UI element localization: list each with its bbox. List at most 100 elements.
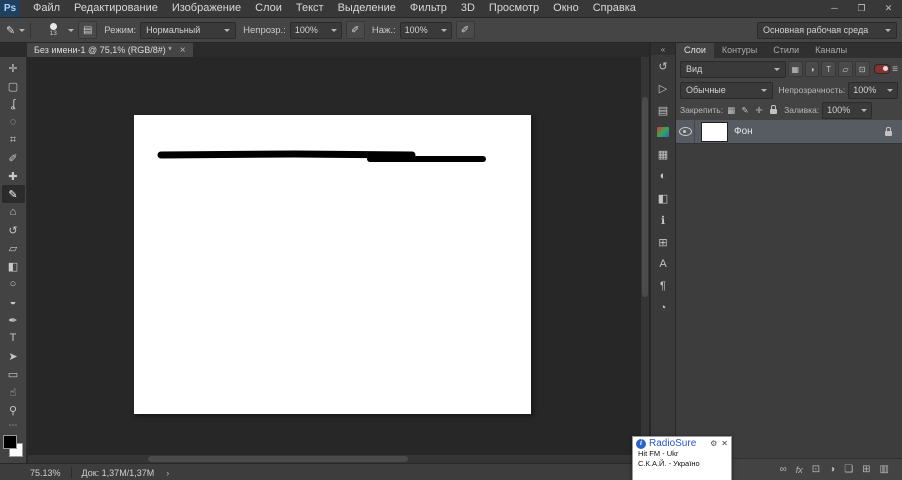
glyphs-panel-button[interactable]: ⊞ (652, 231, 674, 253)
new-adjustment-layer-icon[interactable]: ◑ (829, 464, 835, 475)
panel-menu-icon[interactable]: ≡ (892, 64, 898, 75)
add-layer-mask-icon[interactable]: ⊡ (812, 464, 820, 475)
close-icon[interactable]: ✕ (875, 0, 902, 17)
tab-layers[interactable]: Слои (676, 43, 714, 58)
filter-smart-objects-button[interactable]: ⊡ (854, 61, 870, 77)
new-group-icon[interactable]: ❏ (844, 464, 853, 475)
adjustments-panel-button[interactable]: ◐ (652, 165, 674, 187)
menu-layers[interactable]: Слои (248, 0, 289, 17)
menu-filter[interactable]: Фильтр (403, 0, 454, 17)
tool-preset-picker[interactable]: ✎ (6, 24, 26, 37)
lock-position-button[interactable]: ✛ (753, 104, 765, 117)
canvas[interactable] (134, 115, 531, 414)
new-layer-icon[interactable]: ⊞ (862, 464, 870, 475)
flow-field[interactable]: 100% (399, 21, 452, 39)
delete-layer-icon[interactable]: ▥ (880, 464, 889, 475)
zoom-level-field[interactable]: 75.13% (30, 468, 61, 478)
tab-paths[interactable]: Контуры (714, 43, 765, 58)
restore-icon[interactable]: ❐ (848, 0, 875, 17)
workspace-dropdown[interactable]: Основная рабочая среда (757, 21, 897, 39)
link-layers-icon[interactable]: ∞ (780, 464, 787, 475)
history-brush-tool[interactable]: ↺ (2, 221, 25, 239)
rectangular-marquee-tool[interactable]: ▢ (2, 77, 25, 95)
brush-panel-toggle-button[interactable]: ▤ (78, 21, 98, 39)
menu-type[interactable]: Текст (289, 0, 331, 17)
character-panel-button[interactable]: А (652, 253, 674, 275)
libraries-panel-button[interactable]: ▤ (652, 99, 674, 121)
menu-help[interactable]: Справка (586, 0, 643, 17)
rectangle-tool[interactable]: ▭ (2, 365, 25, 383)
history-panel-button[interactable]: ↺ (652, 55, 674, 77)
layer-blend-mode-dropdown[interactable]: Обычные (680, 81, 774, 99)
blur-tool[interactable]: ○ (2, 275, 25, 293)
menu-file[interactable]: Файл (26, 0, 67, 17)
tab-channels[interactable]: Каналы (807, 43, 855, 58)
menu-window[interactable]: Окно (546, 0, 586, 17)
device-preview-panel-button[interactable]: ▷ (652, 77, 674, 99)
menu-select[interactable]: Выделение (331, 0, 403, 17)
horizontal-scrollbar[interactable] (28, 455, 641, 463)
layer-visibility-toggle[interactable] (676, 120, 695, 143)
lock-transparency-button[interactable]: ▦ (725, 104, 737, 117)
crop-tool[interactable]: ⌗ (2, 131, 25, 149)
close-icon[interactable]: ✕ (721, 439, 728, 448)
dodge-tool[interactable]: ◒ (2, 293, 25, 311)
tab-styles[interactable]: Стили (765, 43, 807, 58)
radiosure-popup[interactable]: i RadioSure ⚙ ✕ Hit FM - Ukr С.К.А.Й. - … (632, 436, 732, 480)
layer-row[interactable]: Фон (676, 120, 902, 144)
lock-pixels-button[interactable]: ✎ (739, 104, 751, 117)
pressure-opacity-button[interactable]: ✐ (345, 21, 365, 39)
brush-preset-picker[interactable]: 13 (42, 23, 75, 37)
minimize-icon[interactable]: ─ (821, 0, 848, 17)
lasso-tool[interactable]: ʆ (2, 95, 25, 113)
vertical-scrollbar[interactable] (641, 57, 649, 455)
brush-tool[interactable]: ✎ (1, 185, 25, 203)
gradient-tool[interactable]: ◧ (2, 257, 25, 275)
expand-dock-button[interactable]: « (651, 43, 675, 55)
histogram-panel-button[interactable]: ◔ (652, 297, 674, 319)
layer-opacity-field[interactable]: 100% (848, 81, 898, 99)
type-tool[interactable]: T (2, 329, 25, 347)
menu-image[interactable]: Изображение (165, 0, 248, 17)
eraser-tool[interactable]: ▱ (2, 239, 25, 257)
move-tool[interactable]: ✛ (2, 59, 25, 77)
swatches-panel-button[interactable]: ▦ (652, 143, 674, 165)
foreground-color-swatch[interactable] (3, 435, 17, 449)
document-tab[interactable]: Без имени-1 @ 75,1% (RGB/8#) * × (27, 43, 193, 57)
eyedropper-tool[interactable]: ✐ (2, 149, 25, 167)
opacity-field[interactable]: 100% (289, 21, 342, 39)
layer-filter-kind-dropdown[interactable]: Вид (680, 60, 786, 78)
wrench-icon[interactable]: ⚙ (710, 439, 717, 448)
layer-thumbnail[interactable] (701, 121, 728, 142)
path-selection-tool[interactable]: ➤ (2, 347, 25, 365)
spot-healing-brush-tool[interactable]: ✚ (2, 167, 25, 185)
hand-tool[interactable]: ☝ (2, 383, 25, 401)
paragraph-panel-button[interactable]: ¶ (652, 275, 674, 297)
airbrush-button[interactable]: ✐ (455, 21, 475, 39)
blend-mode-dropdown[interactable]: Нормальный (140, 21, 237, 39)
clone-stamp-tool[interactable]: ⌂ (2, 203, 25, 221)
scrollbar-thumb[interactable] (642, 97, 648, 297)
zoom-tool[interactable]: ⚲ (2, 401, 25, 419)
scrollbar-thumb[interactable] (148, 456, 408, 462)
pen-tool[interactable]: ✒ (2, 311, 25, 329)
info-panel-button[interactable]: ℹ (652, 209, 674, 231)
status-menu-arrow-icon[interactable]: › (166, 468, 169, 478)
edit-toolbar-button[interactable]: ⋯ (2, 419, 25, 431)
color-panel-button[interactable] (652, 121, 674, 143)
layer-filter-toggle[interactable] (873, 64, 891, 74)
filter-pixel-layers-button[interactable]: ▦ (787, 61, 803, 77)
menu-edit[interactable]: Редактирование (67, 0, 165, 17)
canvas-area[interactable] (28, 57, 641, 455)
quick-selection-tool[interactable]: ◌ (2, 113, 25, 131)
fill-field[interactable]: 100% (822, 101, 873, 119)
layer-effects-icon[interactable]: fx (796, 465, 803, 475)
filter-shape-layers-button[interactable]: ▱ (838, 61, 853, 77)
menu-view[interactable]: Просмотр (482, 0, 546, 17)
menu-3d[interactable]: 3D (454, 0, 482, 17)
styles-panel-button[interactable]: ◧ (652, 187, 674, 209)
filter-type-layers-button[interactable]: T (821, 61, 837, 77)
close-icon[interactable]: × (180, 45, 186, 56)
filter-adjustment-layers-button[interactable]: ◑ (804, 61, 820, 77)
lock-all-button[interactable] (767, 104, 779, 117)
